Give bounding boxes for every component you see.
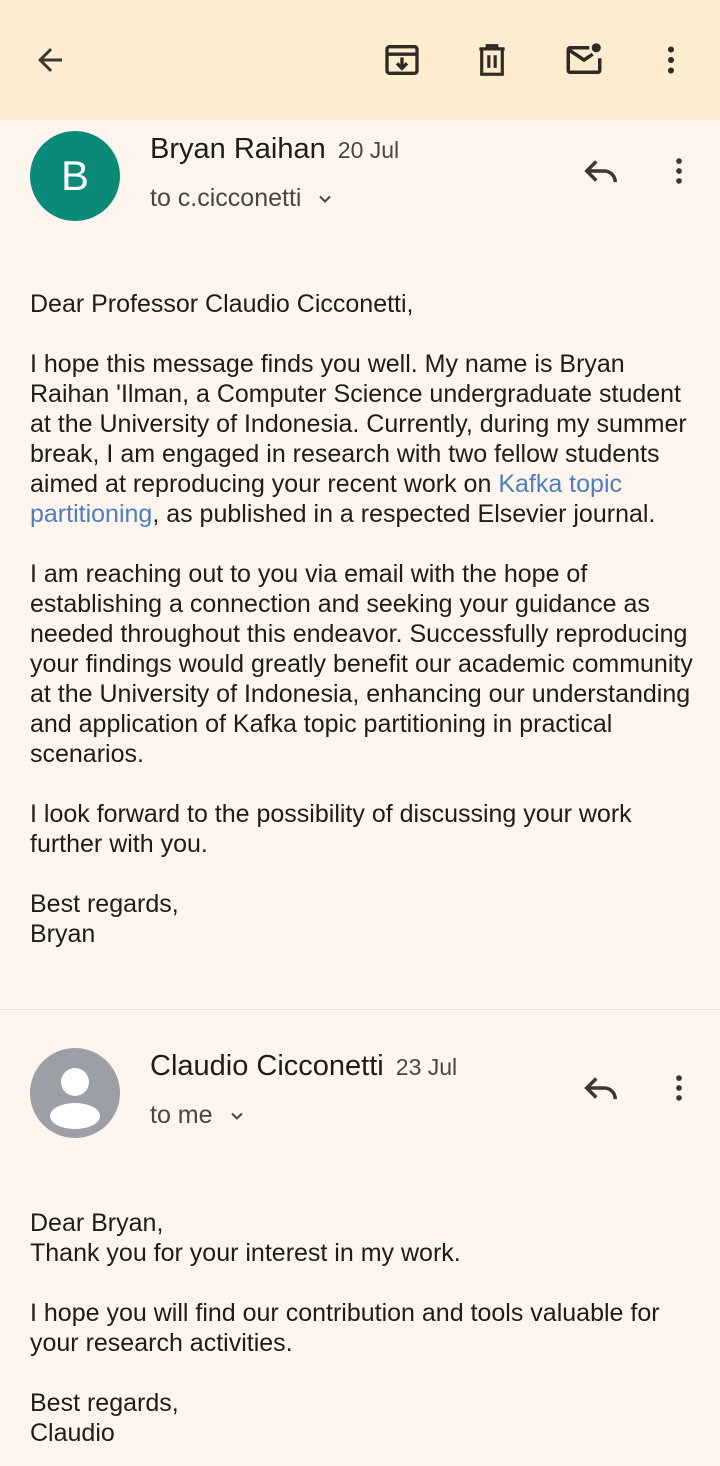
closing: Best regards, — [30, 1389, 179, 1417]
paragraph: I hope you will find our contribution an… — [30, 1299, 660, 1357]
message-header[interactable]: Claudio Cicconetti 23 Jul to me — [0, 1037, 720, 1147]
message-more-button[interactable] — [656, 1061, 702, 1115]
paragraph: Dear Bryan, Thank you for your interest i… — [30, 1208, 700, 1268]
signature-name: Claudio — [30, 1419, 115, 1447]
more-vert-icon — [668, 46, 674, 74]
message-header[interactable]: B Bryan Raihan 20 Jul to c.cicconetti — [0, 120, 720, 230]
archive-button[interactable] — [374, 32, 430, 88]
message-more-button[interactable] — [656, 144, 702, 198]
message-body: Dear Bryan, Thank you for your interest i… — [30, 1208, 700, 1448]
greeting: Dear Professor Claudio Cicconetti, — [30, 290, 414, 318]
recipient-toggle[interactable]: to me — [150, 1101, 247, 1130]
reply-icon — [584, 1077, 617, 1100]
sender-name: Bryan Raihan — [150, 133, 326, 165]
back-button[interactable] — [22, 32, 78, 88]
signature: Best regards, Bryan — [30, 889, 700, 949]
mark-unread-button[interactable] — [556, 32, 612, 88]
greeting: Dear Bryan, — [30, 1209, 164, 1237]
more-vert-icon — [676, 1075, 682, 1101]
chevron-down-icon — [319, 195, 332, 203]
more-vert-icon — [676, 158, 682, 184]
paragraph: I hope this message finds you well. My n… — [30, 349, 700, 529]
recipient-label: to c.cicconetti — [150, 184, 302, 212]
top-toolbar — [0, 0, 720, 120]
arrow-left-icon — [38, 48, 62, 72]
avatar[interactable] — [30, 1048, 120, 1138]
recipient-toggle[interactable]: to c.cicconetti — [150, 184, 335, 213]
signature: Best regards, Claudio — [30, 1388, 700, 1448]
signature-name: Bryan — [30, 920, 96, 948]
reply-icon — [584, 160, 617, 183]
archive-icon — [385, 45, 419, 75]
chevron-down-icon — [230, 1112, 243, 1120]
mail-unread-icon — [566, 43, 602, 74]
reply-button[interactable] — [574, 144, 628, 198]
sender-line: Claudio Cicconetti 23 Jul — [150, 1050, 457, 1083]
paragraph: I look forward to the possibility of dis… — [30, 800, 632, 858]
recipient-label: to me — [150, 1101, 213, 1129]
delete-button[interactable] — [464, 32, 520, 88]
message-divider — [0, 1009, 720, 1010]
trash-icon — [479, 44, 505, 76]
paragraph-text: , as published in a respected Elsevier j… — [152, 500, 656, 528]
closing: Best regards, — [30, 890, 179, 918]
paragraph-text: Thank you for your interest in my work. — [30, 1239, 461, 1267]
more-options-button[interactable] — [646, 32, 696, 88]
person-icon — [50, 1068, 100, 1129]
avatar[interactable]: B — [30, 131, 120, 221]
message-body: Dear Professor Claudio Cicconetti, I hop… — [30, 289, 700, 949]
message-date: 20 Jul — [337, 137, 400, 163]
paragraph: I am reaching out to you via email with … — [30, 560, 693, 768]
message-date: 23 Jul — [395, 1054, 458, 1080]
avatar-letter: B — [60, 152, 89, 199]
reply-button[interactable] — [574, 1061, 628, 1115]
sender-line: Bryan Raihan 20 Jul — [150, 133, 399, 166]
sender-name: Claudio Cicconetti — [150, 1050, 384, 1082]
